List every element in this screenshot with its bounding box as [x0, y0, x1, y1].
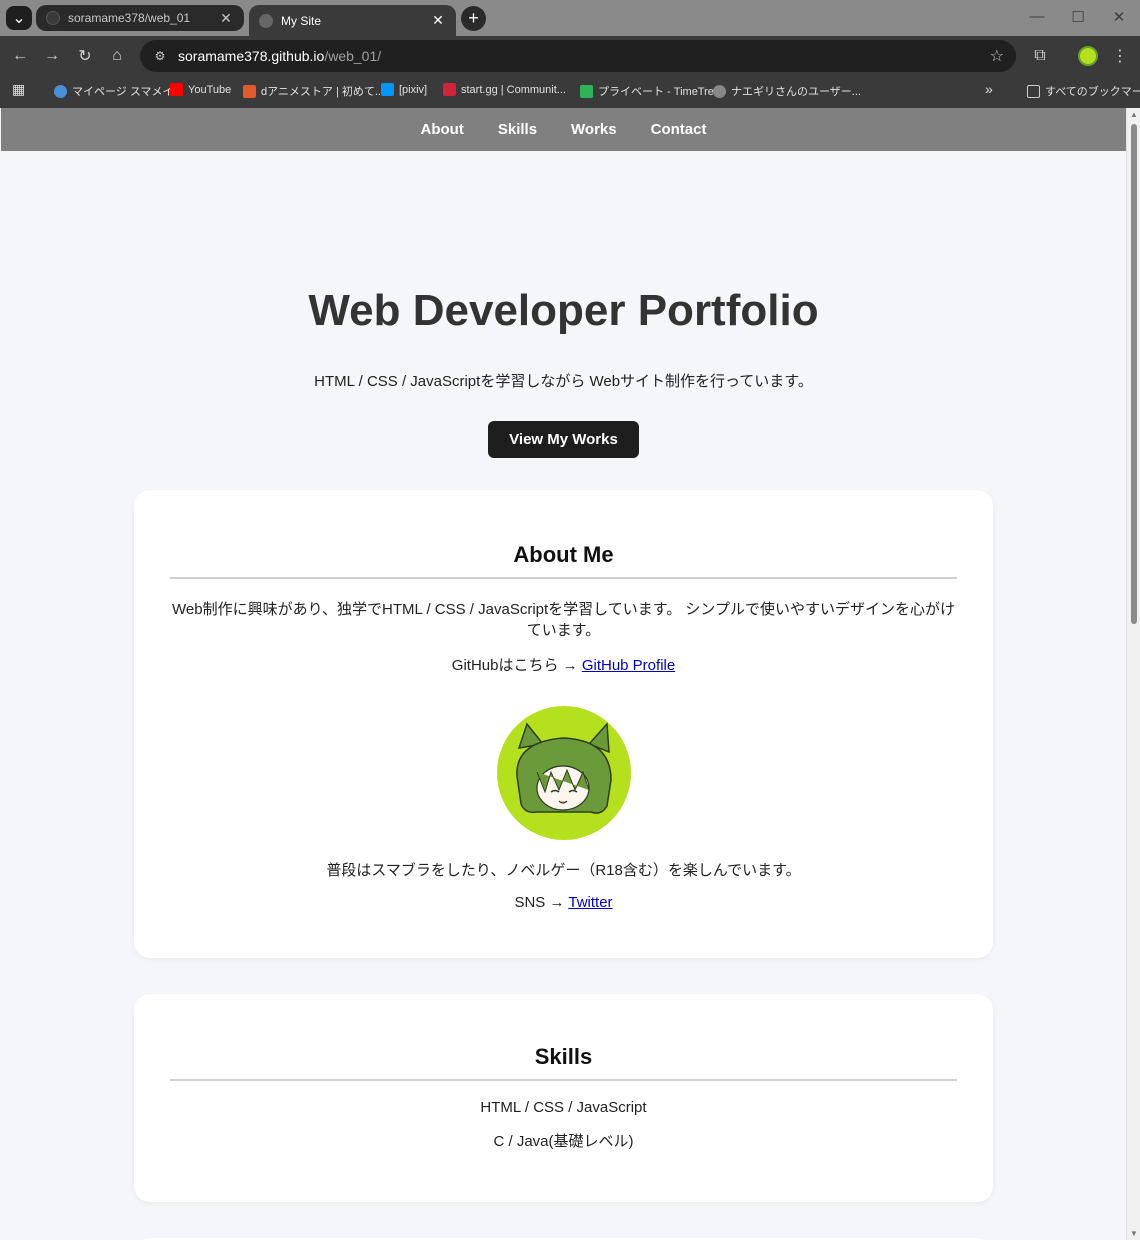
view-works-button[interactable]: View My Works	[488, 421, 639, 458]
site-info-icon[interactable]: ⚙	[146, 49, 174, 63]
sns-line: SNS → Twitter	[514, 894, 613, 911]
about-card: About Me Web制作に興味があり、独学でHTML / CSS / Jav…	[134, 490, 993, 958]
scroll-down-icon[interactable]: ▼	[1130, 1229, 1138, 1238]
hobby-text: 普段はスマブラをしたり、ノベルゲー（R18含む）を楽しんでいます。	[326, 862, 801, 879]
pixiv-icon	[381, 83, 394, 96]
youtube-icon	[170, 83, 183, 96]
nav-works[interactable]: Works	[571, 121, 617, 138]
chevron-double-right-icon[interactable]: »	[985, 81, 993, 97]
maximize-icon[interactable]: ☐	[1068, 8, 1088, 26]
window-close-icon[interactable]: ✕	[1109, 8, 1129, 26]
skills-heading: Skills	[170, 1044, 957, 1081]
close-icon[interactable]: ✕	[430, 12, 446, 29]
browser-toolbar: ← → ↻ ⌂ ⚙ soramame378.github.io/web_01/ …	[0, 36, 1140, 76]
bookmark-favicon-icon	[54, 84, 67, 98]
avatar	[496, 706, 631, 840]
tab-strip: ⌄ soramame378/web_01 ✕ My Site ✕ + — ☐ ✕	[0, 0, 1140, 36]
bookmark-item[interactable]: [pixiv]	[381, 83, 427, 96]
twitter-link[interactable]: Twitter	[568, 894, 612, 911]
github-profile-link[interactable]: GitHub Profile	[582, 657, 675, 674]
timetree-icon	[580, 84, 593, 98]
github-line: GitHubはこちら → GitHub Profile	[451, 657, 676, 674]
site-nav: About Skills Works Contact	[1, 108, 1126, 151]
tab-search-button[interactable]: ⌄	[6, 6, 32, 30]
bookmark-item[interactable]: YouTube	[170, 83, 231, 96]
skill-item: HTML / CSS / JavaScript	[480, 1099, 647, 1116]
globe-icon	[259, 13, 273, 28]
address-bar[interactable]: ⚙ soramame378.github.io/web_01/ ☆	[140, 40, 1016, 72]
skills-card: Skills HTML / CSS / JavaScript C / Java(…	[134, 994, 993, 1202]
avatar-illustration	[515, 722, 612, 814]
bookmark-item[interactable]: ナエギリさんのユーザー...	[713, 83, 861, 99]
forward-icon[interactable]: →	[40, 44, 64, 68]
bookmark-item[interactable]: プライベート - TimeTree	[580, 83, 720, 99]
bookmark-item[interactable]: start.gg | Communit...	[443, 83, 566, 96]
hero-subtitle: HTML / CSS / JavaScriptを学習しながら Webサイト制作を…	[314, 373, 813, 390]
profile-avatar[interactable]	[1078, 46, 1098, 66]
about-intro: Web制作に興味があり、独学でHTML / CSS / JavaScriptを学…	[172, 601, 955, 639]
menu-kebab-icon[interactable]: ⋮	[1108, 44, 1132, 68]
page-scrollbar[interactable]: ▲ ▼	[1126, 108, 1140, 1240]
globe-icon	[713, 84, 726, 98]
bookmarks-bar: ▦ マイページ スマメイト YouTube dアニメストア | 初めて... […	[0, 76, 1140, 108]
nav-contact[interactable]: Contact	[651, 121, 707, 138]
all-bookmarks-folder[interactable]: すべてのブックマーク	[1027, 83, 1140, 99]
skill-item: C / Java(基礎レベル)	[493, 1133, 634, 1150]
bookmark-item[interactable]: マイページ スマメイト	[54, 83, 185, 99]
reload-icon[interactable]: ↻	[73, 44, 97, 68]
scroll-up-icon[interactable]: ▲	[1130, 110, 1138, 119]
url-text: soramame378.github.io/web_01/	[178, 48, 382, 64]
tab-title: soramame378/web_01	[68, 11, 191, 25]
tab-github[interactable]: soramame378/web_01 ✕	[36, 5, 244, 31]
bookmark-item[interactable]: dアニメストア | 初めて...	[243, 83, 384, 99]
hero-section: Web Developer Portfolio HTML / CSS / Jav…	[1, 286, 1126, 458]
new-tab-button[interactable]: +	[461, 6, 486, 31]
bookmark-favicon-icon	[243, 84, 256, 98]
chevron-down-icon: ⌄	[12, 10, 26, 27]
nav-skills[interactable]: Skills	[498, 121, 537, 138]
scrollbar-thumb[interactable]	[1131, 124, 1137, 624]
tab-title: My Site	[281, 13, 322, 28]
about-heading: About Me	[170, 542, 957, 579]
plus-icon: +	[468, 8, 479, 28]
home-icon[interactable]: ⌂	[105, 44, 129, 68]
minimize-icon[interactable]: —	[1027, 8, 1047, 25]
startgg-icon	[443, 83, 456, 96]
github-icon	[46, 11, 60, 25]
tab-my-site[interactable]: My Site ✕	[249, 5, 456, 36]
bookmark-star-icon[interactable]: ☆	[990, 46, 1004, 66]
back-icon[interactable]: ←	[8, 44, 32, 68]
close-icon[interactable]: ✕	[218, 10, 234, 27]
page-viewport: About Skills Works Contact Web Developer…	[1, 108, 1126, 1240]
hero-title: Web Developer Portfolio	[308, 286, 819, 335]
nav-about[interactable]: About	[421, 121, 464, 138]
folder-icon	[1027, 84, 1040, 98]
apps-grid-icon[interactable]: ▦	[12, 81, 25, 98]
extensions-icon[interactable]: ⧉	[1028, 44, 1052, 68]
